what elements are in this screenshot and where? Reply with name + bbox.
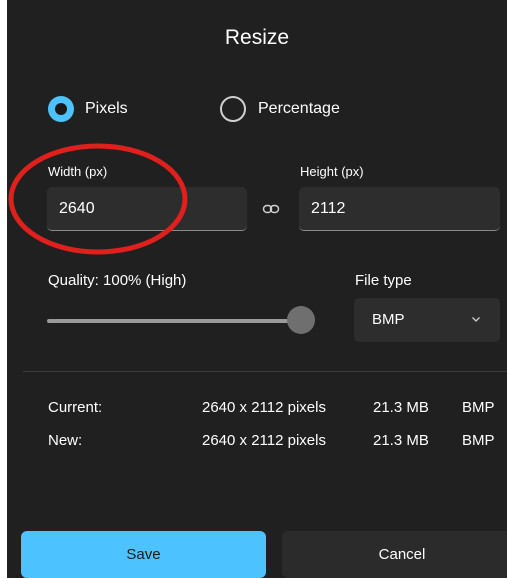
- file-type-label: File type: [355, 272, 412, 289]
- chevron-down-icon: [472, 317, 480, 322]
- cancel-button[interactable]: Cancel: [282, 531, 507, 578]
- current-format: BMP: [462, 399, 495, 416]
- new-label: New:: [48, 432, 83, 449]
- current-label: Current:: [48, 399, 103, 416]
- new-size: 21.3 MB: [373, 432, 429, 449]
- height-input[interactable]: [299, 187, 500, 230]
- radio-dot: [55, 103, 67, 115]
- width-input[interactable]: [47, 187, 247, 230]
- height-label: Height (px): [300, 164, 364, 179]
- dialog-title: Resize: [224, 26, 290, 49]
- height-field-box: [299, 187, 500, 231]
- pixels-radio-label[interactable]: Pixels: [85, 100, 128, 118]
- percentage-radio-label[interactable]: Percentage: [258, 100, 340, 118]
- pixels-radio[interactable]: [48, 96, 74, 122]
- width-label: Width (px): [48, 164, 108, 179]
- divider: [23, 371, 507, 372]
- file-type-value: BMP: [372, 311, 405, 328]
- width-field-box: [47, 187, 247, 231]
- new-dimensions: 2640 x 2112 pixels: [202, 432, 326, 449]
- quality-label: Quality: 100% (High): [48, 272, 187, 289]
- save-button[interactable]: Save: [21, 531, 266, 578]
- resize-dialog: Resize Pixels Percentage Width (px) Heig…: [7, 0, 507, 578]
- quality-slider-thumb[interactable]: [287, 306, 315, 334]
- percentage-radio[interactable]: [220, 96, 246, 122]
- link-icon[interactable]: [262, 200, 280, 218]
- current-size: 21.3 MB: [373, 399, 429, 416]
- file-type-select[interactable]: BMP: [354, 298, 500, 342]
- new-format: BMP: [462, 432, 495, 449]
- current-dimensions: 2640 x 2112 pixels: [202, 399, 326, 416]
- quality-slider-track[interactable]: [47, 319, 301, 323]
